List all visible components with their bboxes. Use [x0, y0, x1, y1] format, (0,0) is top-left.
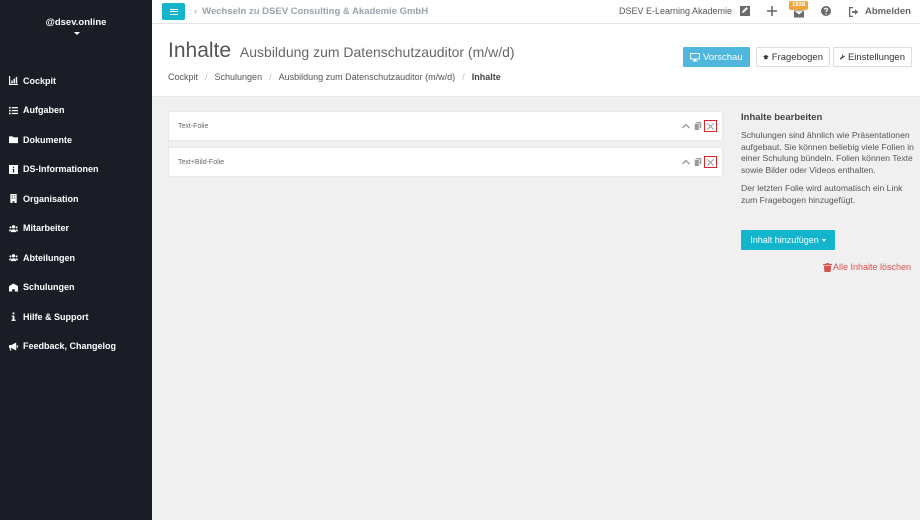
sidebar-item-feedback-changelog[interactable]: Feedback, Changelog — [0, 332, 152, 362]
page-title-main: Inhalte — [168, 39, 232, 62]
wrench-icon — [840, 54, 845, 60]
info-square-icon — [8, 164, 18, 174]
breadcrumb-cockpit[interactable]: Cockpit — [168, 72, 198, 82]
switch-organisation-link[interactable]: ‹ Wechseln zu DSEV Consulting & Akademie … — [194, 6, 428, 17]
sidebar-item-schulungen[interactable]: Schulungen — [0, 273, 152, 303]
sidebar-item-hilfe-support[interactable]: Hilfe & Support — [0, 302, 152, 332]
add-content-label: Inhalt hinzufügen — [750, 235, 819, 245]
copy-icon[interactable] — [693, 157, 703, 167]
settings-button[interactable]: Einstellungen — [833, 47, 912, 67]
folder-icon — [8, 135, 18, 145]
sidebar-item-ds-informationen[interactable]: DS-Informationen — [0, 155, 152, 185]
delete-all-contents-link[interactable]: Alle Inhalte löschen — [823, 262, 911, 272]
close-icon — [707, 158, 714, 166]
breadcrumb-current: Inhalte — [471, 72, 501, 82]
preview-label: Vorschau — [703, 51, 743, 63]
sidebar-item-abteilungen[interactable]: Abteilungen — [0, 243, 152, 273]
help-icon[interactable] — [820, 5, 832, 17]
panel-note: Der letzten Folie wird automatisch ein L… — [741, 183, 903, 205]
trash-icon — [823, 262, 832, 272]
settings-label: Einstellungen — [847, 51, 905, 63]
close-icon — [707, 122, 714, 130]
sidebar-item-label: Feedback, Changelog — [23, 341, 117, 352]
switch-organisation-label: Wechseln zu DSEV Consulting & Akademie G… — [202, 6, 429, 17]
slide-label: Text-Folie — [178, 123, 209, 130]
quiz-label: Fragebogen — [771, 51, 823, 63]
sidebar-item-label: Aufgaben — [23, 105, 65, 116]
info-icon — [8, 312, 18, 322]
hamburger-icon — [169, 8, 178, 15]
school-icon — [8, 282, 18, 292]
sidebar-item-label: Dokumente — [23, 134, 73, 145]
chevron-left-icon: ‹ — [194, 6, 198, 17]
logout-button[interactable]: Abmelden — [849, 6, 911, 17]
academy-name: DSEV E-Learning Akademie — [619, 6, 733, 16]
sidebar-item-mitarbeiter[interactable]: Mitarbeiter — [0, 214, 152, 244]
edit-icon[interactable] — [739, 5, 751, 17]
logout-icon — [849, 6, 859, 17]
panel-heading: Inhalte bearbeiten — [741, 112, 823, 123]
sidebar-item-label: DS-Informationen — [23, 164, 99, 175]
sidebar-item-label: Abteilungen — [23, 252, 75, 263]
sidebar-item-label: Mitarbeiter — [23, 223, 70, 234]
breadcrumb-separator: / — [269, 72, 272, 82]
sidebar-item-organisation[interactable]: Organisation — [0, 184, 152, 214]
top-bar: ‹ Wechseln zu DSEV Consulting & Akademie … — [152, 0, 920, 24]
sidebar-nav: Cockpit Aufgaben Dokumente DS-Informatio… — [0, 66, 152, 361]
users-icon — [8, 253, 18, 263]
menu-toggle-button[interactable] — [162, 3, 185, 20]
building-icon — [8, 194, 18, 204]
breadcrumb-separator: / — [205, 72, 208, 82]
caret-down-icon — [821, 238, 826, 242]
move-up-icon[interactable] — [681, 121, 691, 131]
add-content-button[interactable]: Inhalt hinzufügen — [741, 230, 835, 250]
delete-slide-button[interactable] — [704, 156, 717, 168]
breadcrumb-separator: / — [462, 72, 465, 82]
copy-icon[interactable] — [693, 121, 703, 131]
delete-slide-button[interactable] — [704, 120, 717, 132]
users-icon — [8, 223, 18, 233]
sidebar-item-dokumente[interactable]: Dokumente — [0, 125, 152, 155]
chart-icon — [8, 76, 18, 86]
sidebar-item-label: Cockpit — [23, 75, 57, 86]
plus-icon[interactable] — [766, 5, 778, 17]
logout-label: Abmelden — [865, 6, 911, 17]
sidebar: @dsev.online Cockpit Aufgaben Dokumente … — [0, 0, 152, 520]
sidebar-item-aufgaben[interactable]: Aufgaben — [0, 96, 152, 126]
sidebar-item-label: Organisation — [23, 193, 79, 204]
list-icon — [8, 105, 18, 115]
breadcrumb-schulungen[interactable]: Schulungen — [215, 72, 263, 82]
slide-item[interactable]: Text-Folie — [168, 111, 723, 141]
move-up-icon[interactable] — [681, 157, 691, 167]
edit-contents-panel: Inhalte bearbeiten Schulungen sind ähnli… — [741, 112, 920, 213]
slide-item[interactable]: Text+Bild-Folie — [168, 147, 723, 177]
page-subtitle: Ausbildung zum Datenschutzauditor (m/w/d… — [239, 44, 515, 60]
sidebar-item-label: Hilfe & Support — [23, 311, 89, 322]
megaphone-icon — [8, 341, 18, 351]
slide-label: Text+Bild-Folie — [178, 159, 225, 166]
page-header: Inhalte Ausbildung zum Datenschutzaudito… — [152, 24, 920, 97]
brand-dropdown-caret-icon[interactable] — [74, 32, 80, 35]
quiz-button[interactable]: Fragebogen — [756, 47, 830, 67]
breadcrumb: Cockpit / Schulungen / Ausbildung zum Datens… — [168, 72, 501, 82]
graduation-cap-icon — [763, 54, 769, 60]
brand-name[interactable]: @dsev.online — [0, 17, 152, 28]
panel-description: Schulungen sind ähnlich wie Präsentation… — [741, 130, 914, 175]
page-title: Inhalte Ausbildung zum Datenschutzaudito… — [168, 39, 515, 63]
notification-badge: 1938 — [789, 1, 809, 10]
sidebar-item-label: Schulungen — [23, 282, 75, 293]
delete-all-label: Alle Inhalte löschen — [833, 262, 912, 272]
preview-button[interactable]: Vorschau — [683, 47, 750, 67]
monitor-icon — [690, 53, 700, 62]
breadcrumb-course[interactable]: Ausbildung zum Datenschutzauditor (m/w/d… — [279, 72, 456, 82]
sidebar-item-cockpit[interactable]: Cockpit — [0, 66, 152, 96]
